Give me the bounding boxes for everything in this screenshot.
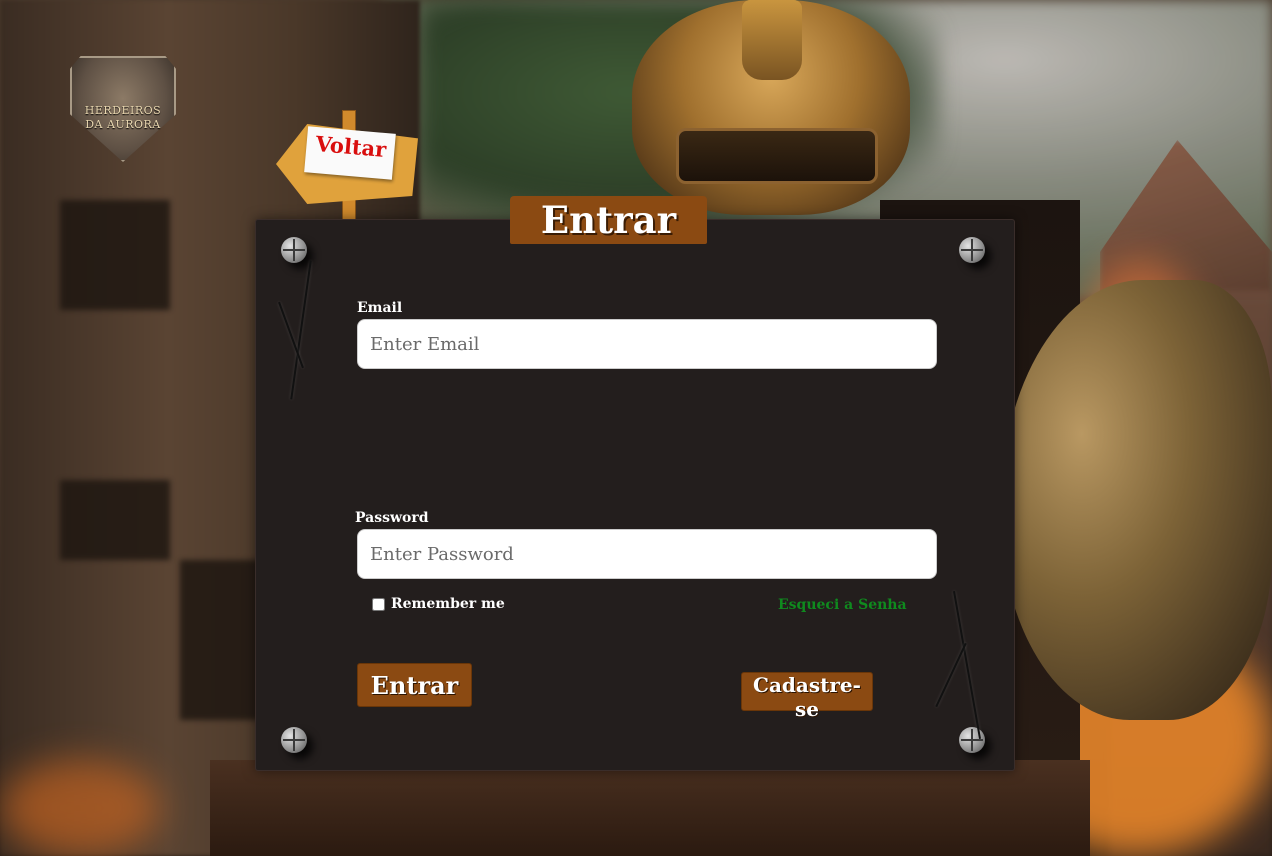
email-field[interactable]	[357, 319, 937, 369]
logo[interactable]: HERDEIROS DA AURORA	[70, 56, 176, 162]
logo-text-line2: DA AURORA	[85, 118, 161, 131]
password-field[interactable]	[357, 529, 937, 579]
knight-helmet-crest	[742, 0, 802, 80]
email-label: Email	[357, 300, 403, 316]
signup-button[interactable]: Cadastre-se	[741, 672, 873, 721]
forgot-password-link[interactable]: Esqueci a Senha	[778, 597, 907, 613]
back-button[interactable]: Voltar	[274, 110, 424, 222]
fire-glow	[0, 760, 160, 856]
screw-icon	[959, 727, 985, 753]
building-window	[60, 480, 170, 560]
login-button[interactable]: Entrar	[357, 663, 472, 707]
screw-icon	[281, 237, 307, 263]
remember-me[interactable]: Remember me	[372, 596, 505, 612]
logo-text-line1: HERDEIROS	[84, 104, 162, 117]
building-window	[60, 200, 170, 310]
password-label: Password	[355, 510, 429, 526]
knight-belt	[210, 760, 1090, 856]
screw-icon	[281, 727, 307, 753]
remember-me-checkbox[interactable]	[372, 597, 385, 611]
screw-icon	[959, 237, 985, 263]
knight-visor	[676, 128, 878, 184]
remember-me-label: Remember me	[391, 596, 505, 612]
card-title: Entrar	[510, 196, 707, 244]
